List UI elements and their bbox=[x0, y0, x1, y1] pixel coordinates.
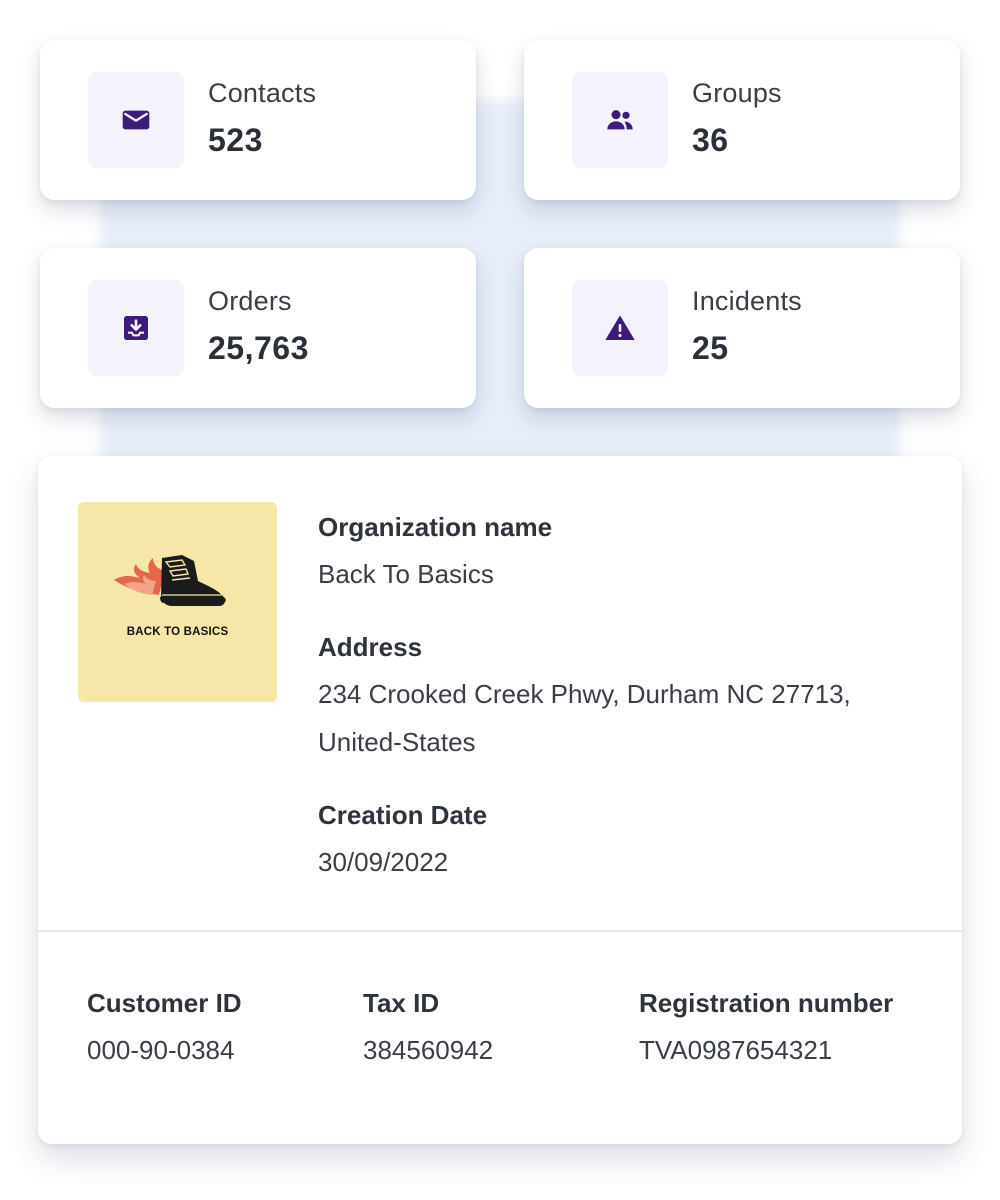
stat-label: Incidents bbox=[692, 286, 802, 316]
stat-icon-tile bbox=[88, 72, 184, 168]
address-label: Address bbox=[318, 632, 423, 662]
divider bbox=[38, 930, 962, 932]
customer-id-label: Customer ID bbox=[87, 988, 242, 1018]
registration-number-value: TVA0987654321 bbox=[639, 1035, 833, 1065]
address-line-1: 234 Crooked Creek Phwy, Durham NC 27713, bbox=[318, 679, 851, 709]
stat-card-groups[interactable]: Groups 36 bbox=[524, 40, 960, 200]
stat-label: Orders bbox=[208, 286, 292, 316]
envelope-icon bbox=[122, 110, 150, 130]
stat-card-contacts[interactable]: Contacts 523 bbox=[40, 40, 476, 200]
stat-card-incidents[interactable]: Incidents 25 bbox=[524, 248, 960, 408]
users-icon bbox=[607, 110, 633, 130]
tax-id-label: Tax ID bbox=[363, 988, 440, 1018]
organization-logo: BACK TO BASICS bbox=[78, 502, 277, 702]
organization-card: BACK TO BASICS Organization name Back To… bbox=[38, 456, 962, 1144]
stat-value: 25,763 bbox=[208, 330, 309, 366]
warning-icon bbox=[605, 315, 635, 340]
stat-icon-tile bbox=[572, 72, 668, 168]
stat-card-orders[interactable]: Orders 25,763 bbox=[40, 248, 476, 408]
stat-label: Groups bbox=[692, 78, 782, 108]
stat-value: 36 bbox=[692, 122, 729, 158]
stat-value: 523 bbox=[208, 122, 263, 158]
creation-date-value: 30/09/2022 bbox=[318, 847, 449, 877]
organization-name-value: Back To Basics bbox=[318, 559, 494, 589]
stat-icon-tile bbox=[88, 280, 184, 376]
logo-text: BACK TO BASICS bbox=[126, 626, 229, 638]
flaming-sneaker-logo-icon bbox=[114, 555, 226, 606]
organization-name-label: Organization name bbox=[318, 512, 553, 542]
stat-label: Contacts bbox=[208, 78, 317, 108]
registration-number-label: Registration number bbox=[639, 988, 894, 1018]
customer-id-value: 000-90-0384 bbox=[87, 1035, 235, 1065]
address-line-2: United-States bbox=[318, 727, 476, 757]
tax-id-value: 384560942 bbox=[363, 1035, 494, 1065]
creation-date-label: Creation Date bbox=[318, 800, 488, 830]
stat-icon-tile bbox=[572, 280, 668, 376]
inbox-download-icon bbox=[124, 316, 148, 340]
stat-value: 25 bbox=[692, 330, 729, 366]
